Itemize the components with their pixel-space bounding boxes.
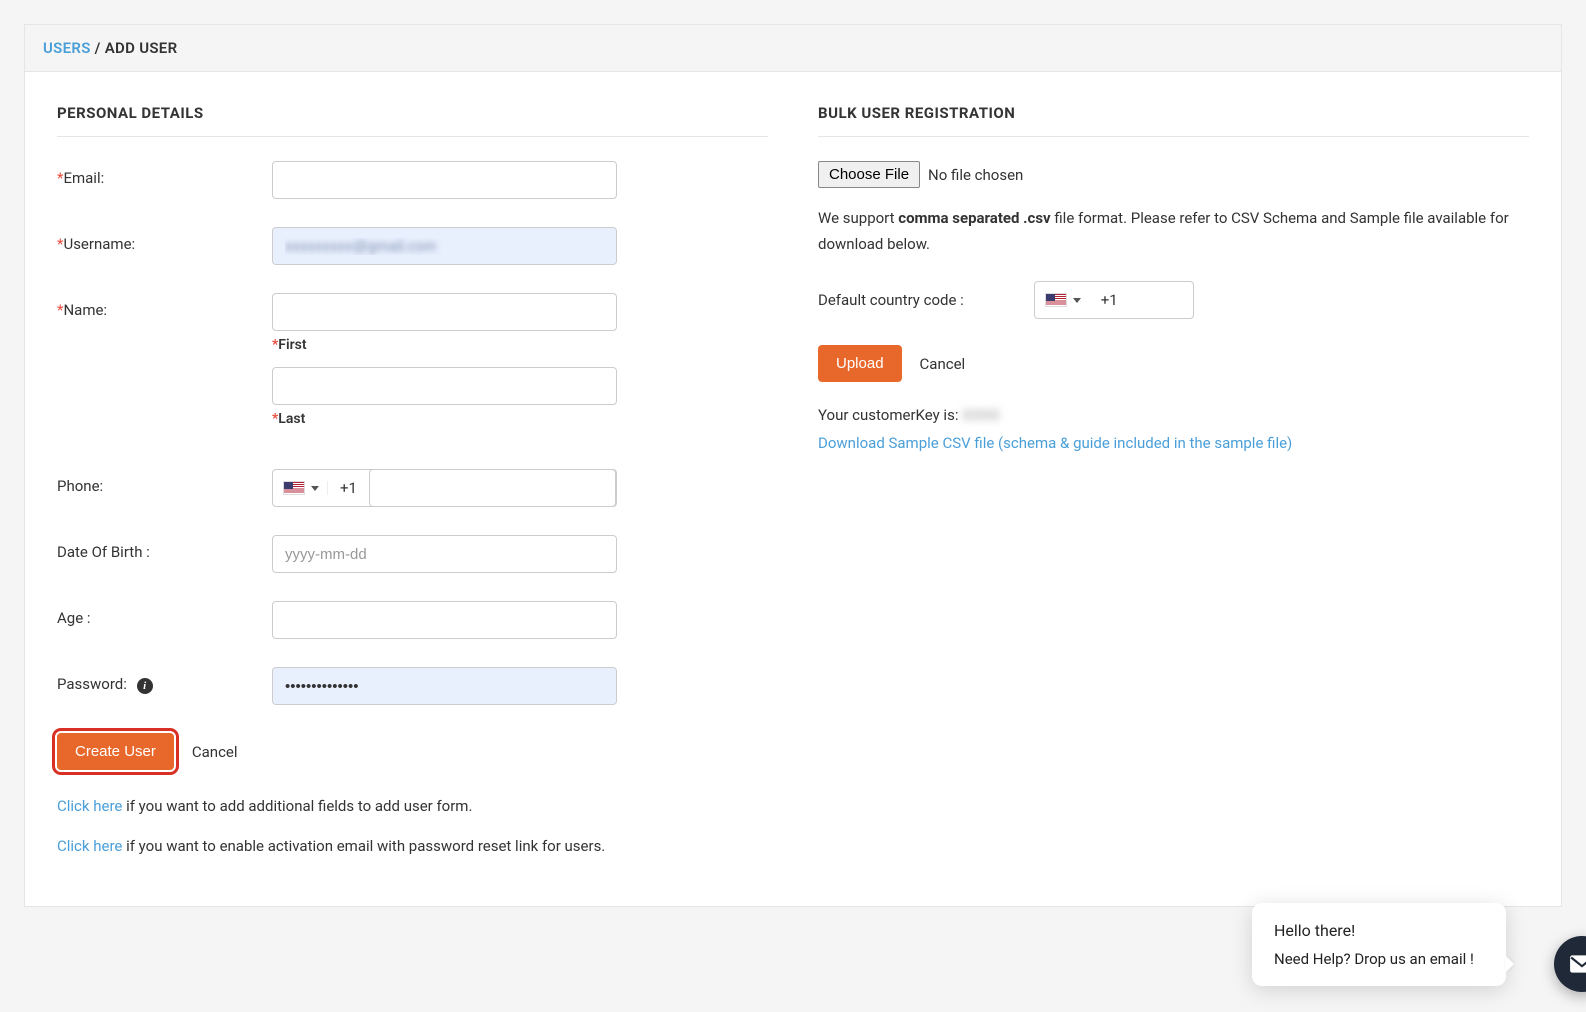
phone-code: +1 [328, 479, 369, 497]
age-input[interactable] [272, 601, 617, 639]
personal-details-section: PERSONAL DETAILS *Email: *Username: *Nam… [57, 104, 768, 874]
first-name-sublabel: *First [272, 337, 617, 353]
phone-input-wrapper: +1 [272, 469, 617, 507]
chat-help-text: Need Help? Drop us an email ! [1274, 950, 1484, 968]
bulk-cancel-button[interactable]: Cancel [920, 355, 966, 373]
customer-key-value: XXXX [962, 406, 1000, 424]
dob-input[interactable] [272, 535, 617, 573]
password-input[interactable] [272, 667, 617, 705]
last-name-sublabel: *Last [272, 411, 617, 427]
phone-label: Phone: [57, 469, 272, 495]
click-here-activation-email[interactable]: Click here [57, 837, 122, 855]
support-format-text: We support comma separated .csv file for… [818, 206, 1529, 257]
cc-code: +1 [1089, 291, 1130, 309]
bulk-registration-section: BULK USER REGISTRATION Choose File No fi… [818, 104, 1529, 874]
upload-button[interactable]: Upload [818, 345, 902, 382]
create-user-button[interactable]: Create User [57, 733, 174, 770]
breadcrumb-current: ADD USER [105, 39, 178, 57]
customer-key-line: Your customerKey is: XXXX [818, 406, 1529, 424]
bulk-registration-title: BULK USER REGISTRATION [818, 104, 1529, 137]
default-country-code-input: +1 [1034, 281, 1194, 319]
username-input[interactable] [272, 227, 617, 265]
chat-popup: Hello there! Need Help? Drop us an email… [1252, 903, 1506, 986]
personal-details-title: PERSONAL DETAILS [57, 104, 768, 137]
email-label: *Email: [57, 161, 272, 187]
phone-number-input[interactable] [369, 469, 616, 507]
info-icon[interactable]: i [137, 678, 153, 694]
chevron-down-icon [1073, 298, 1081, 303]
breadcrumb-users-link[interactable]: USERS [43, 39, 91, 57]
dob-label: Date Of Birth : [57, 535, 272, 561]
click-here-additional-fields[interactable]: Click here [57, 797, 122, 815]
choose-file-button[interactable]: Choose File [818, 161, 920, 188]
mail-icon [1569, 954, 1586, 974]
name-label: *Name: [57, 293, 272, 319]
age-label: Age : [57, 601, 272, 627]
cc-country-select[interactable] [1035, 293, 1089, 307]
last-name-input[interactable] [272, 367, 617, 405]
chevron-down-icon [311, 486, 319, 491]
file-status: No file chosen [928, 166, 1023, 184]
chat-greeting: Hello there! [1274, 921, 1484, 940]
cancel-button[interactable]: Cancel [192, 743, 238, 761]
help-activation-email: Click here if you want to enable activat… [57, 834, 768, 858]
email-input[interactable] [272, 161, 617, 199]
flag-us-icon [1045, 293, 1067, 307]
default-country-code-label: Default country code : [818, 291, 964, 309]
flag-us-icon [283, 481, 305, 495]
phone-country-select[interactable] [273, 481, 328, 495]
password-label: Password: i [57, 667, 272, 694]
username-label: *Username: [57, 227, 272, 253]
first-name-input[interactable] [272, 293, 617, 331]
help-additional-fields: Click here if you want to add additional… [57, 794, 768, 818]
chat-fab-button[interactable] [1554, 936, 1586, 992]
breadcrumb-sep: / [91, 39, 105, 57]
download-sample-csv-link[interactable]: Download Sample CSV file (schema & guide… [818, 434, 1292, 452]
breadcrumb: USERS / ADD USER [25, 25, 1561, 72]
